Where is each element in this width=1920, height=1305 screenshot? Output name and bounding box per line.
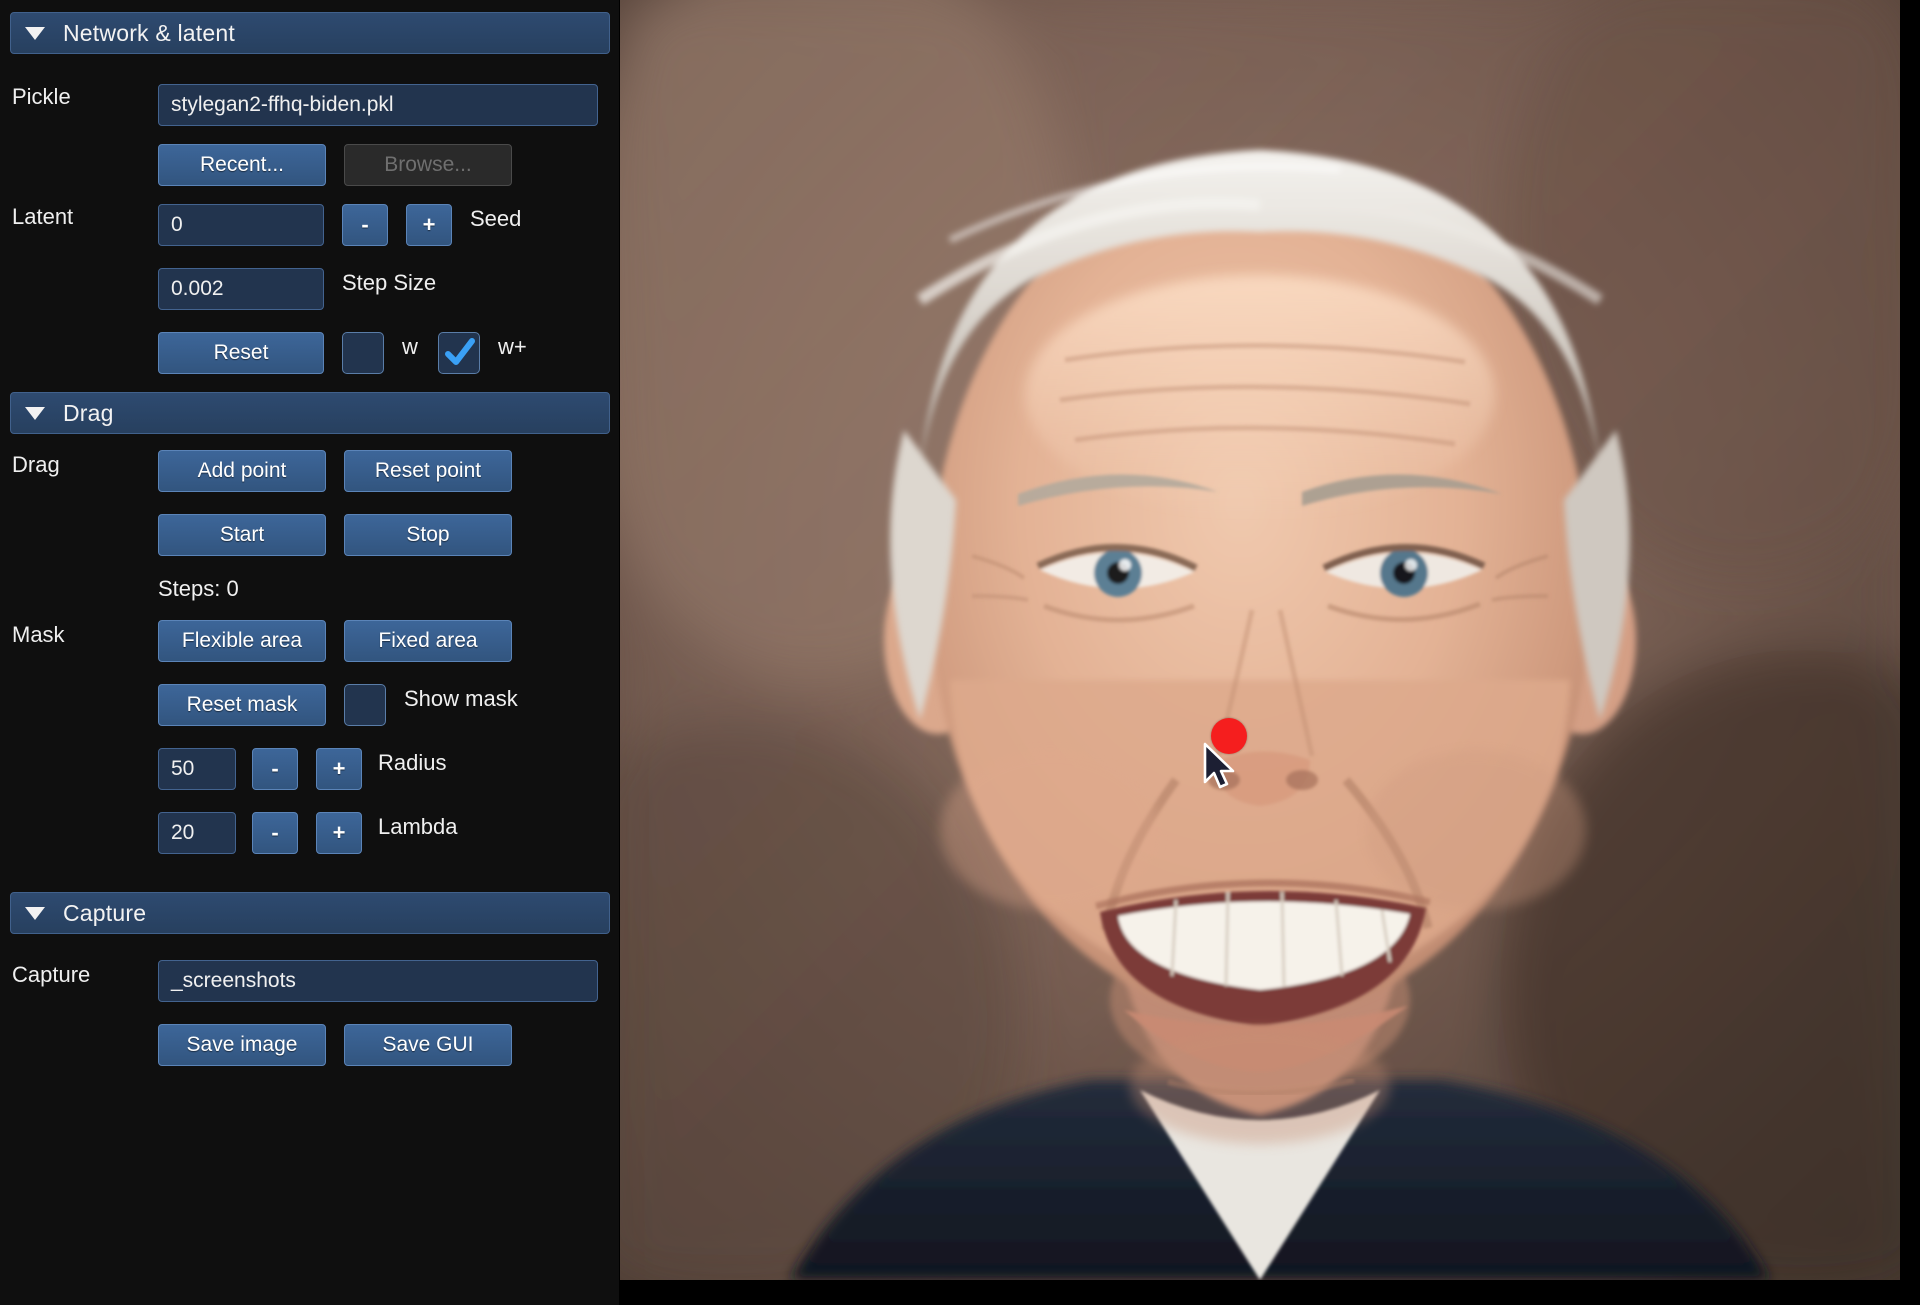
label-latent: Latent: [12, 204, 74, 229]
section-header-capture[interactable]: Capture: [10, 892, 610, 934]
fixed-area-button[interactable]: Fixed area: [344, 620, 512, 662]
radius-input[interactable]: 50: [158, 748, 236, 790]
pickle-path-input[interactable]: stylegan2-ffhq-biden.pkl: [158, 84, 598, 126]
lambda-input[interactable]: 20: [158, 812, 236, 854]
label-seed: Seed: [470, 206, 522, 231]
browse-button[interactable]: Browse...: [344, 144, 512, 186]
seed-increment-button[interactable]: +: [406, 204, 452, 246]
seed-input[interactable]: 0: [158, 204, 324, 246]
checkmark-icon: [445, 338, 475, 365]
stylegan-portrait: [620, 0, 1900, 1280]
latent-reset-button[interactable]: Reset: [158, 332, 324, 374]
image-viewport[interactable]: [620, 0, 1920, 1305]
wplus-checkbox[interactable]: [438, 332, 480, 374]
label-w: w: [402, 334, 418, 359]
section-header-drag[interactable]: Drag: [10, 392, 610, 434]
w-checkbox[interactable]: [342, 332, 384, 374]
label-drag: Drag: [12, 452, 60, 477]
radius-increment-button[interactable]: +: [316, 748, 362, 790]
save-image-button[interactable]: Save image: [158, 1024, 326, 1066]
label-mask: Mask: [12, 622, 65, 647]
stop-button[interactable]: Stop: [344, 514, 512, 556]
add-point-button[interactable]: Add point: [158, 450, 326, 492]
label-show-mask: Show mask: [404, 686, 518, 711]
label-lambda: Lambda: [378, 814, 458, 839]
label-radius: Radius: [378, 750, 447, 775]
seed-decrement-button[interactable]: -: [342, 204, 388, 246]
recent-button[interactable]: Recent...: [158, 144, 326, 186]
show-mask-checkbox[interactable]: [344, 684, 386, 726]
generated-image-canvas[interactable]: [620, 0, 1900, 1280]
label-wplus: w+: [498, 334, 527, 359]
steps-counter: Steps: 0: [158, 576, 239, 601]
section-title-capture: Capture: [63, 899, 147, 926]
radius-decrement-button[interactable]: -: [252, 748, 298, 790]
panel-scrollbar[interactable]: [608, 0, 616, 1305]
control-panel: Network & latent Pickle stylegan2-ffhq-b…: [0, 0, 620, 1305]
reset-mask-button[interactable]: Reset mask: [158, 684, 326, 726]
step-size-input[interactable]: 0.002: [158, 268, 324, 310]
start-button[interactable]: Start: [158, 514, 326, 556]
section-header-network-latent[interactable]: Network & latent: [10, 12, 610, 54]
caret-down-icon: [25, 26, 45, 40]
drag-handle-point[interactable]: [1211, 718, 1247, 754]
reset-point-button[interactable]: Reset point: [344, 450, 512, 492]
draggan-window: Network & latent Pickle stylegan2-ffhq-b…: [0, 0, 1920, 1305]
label-step-size: Step Size: [342, 270, 437, 295]
section-title-network-latent: Network & latent: [63, 19, 235, 46]
flexible-area-button[interactable]: Flexible area: [158, 620, 326, 662]
section-title-drag: Drag: [63, 399, 114, 426]
lambda-increment-button[interactable]: +: [316, 812, 362, 854]
capture-path-input[interactable]: _screenshots: [158, 960, 598, 1002]
label-pickle: Pickle: [12, 84, 71, 109]
caret-down-icon: [25, 906, 45, 920]
lambda-decrement-button[interactable]: -: [252, 812, 298, 854]
label-capture: Capture: [12, 962, 91, 987]
caret-down-icon: [25, 406, 45, 420]
save-gui-button[interactable]: Save GUI: [344, 1024, 512, 1066]
